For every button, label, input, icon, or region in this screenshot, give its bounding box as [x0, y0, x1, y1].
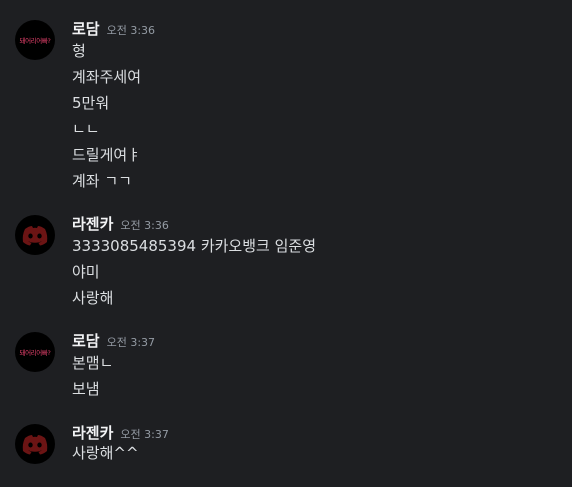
- timestamp: 오전 3:37: [106, 336, 156, 349]
- message-text: 사랑해^^: [72, 444, 139, 462]
- message-header: 로담 오전 3:36: [72, 18, 155, 40]
- avatar[interactable]: 돼어리어빠?: [15, 20, 55, 60]
- message-text: 야미: [72, 263, 100, 281]
- message-text: ㄴㄴ: [72, 120, 100, 138]
- message-text: 5만워: [72, 94, 110, 112]
- message-text: 계좌 ㄱㄱ: [72, 172, 132, 190]
- message-text: 계좌주세여: [72, 68, 142, 86]
- message-header: 라젠카 오전 3:37: [72, 422, 169, 444]
- timestamp: 오전 3:37: [120, 428, 169, 441]
- discord-logo-icon: [22, 435, 48, 455]
- message-text: 드릴게여ㅑ: [72, 146, 142, 164]
- message-header: 라젠카 오전 3:36: [72, 213, 169, 235]
- message-text: 3333085485394 카카오뱅크 임준영: [72, 237, 317, 255]
- username[interactable]: 라젠카: [72, 422, 113, 443]
- message-text: 보냄: [72, 380, 100, 398]
- timestamp: 오전 3:36: [120, 219, 169, 232]
- avatar-logo-text: 돼어리어빠?: [19, 37, 51, 45]
- avatar[interactable]: [15, 215, 55, 255]
- message-text: 형: [72, 42, 86, 60]
- avatar[interactable]: 돼어리어빠?: [15, 332, 55, 372]
- chat-log: 돼어리어빠? 로담 오전 3:36 형 계좌주세여 5만워 ㄴㄴ 드릴게여ㅑ 계…: [0, 0, 572, 487]
- username[interactable]: 라젠카: [72, 213, 113, 234]
- avatar[interactable]: [15, 424, 55, 464]
- message-text: 사랑해: [72, 289, 114, 307]
- username[interactable]: 로담: [72, 330, 100, 351]
- avatar-logo-text: 돼어리어빠?: [19, 349, 51, 357]
- discord-logo-icon: [22, 226, 48, 246]
- timestamp: 오전 3:36: [106, 24, 156, 37]
- username[interactable]: 로담: [72, 18, 100, 39]
- message-text: 본맴ㄴ: [72, 354, 114, 372]
- message-header: 로담 오전 3:37: [72, 330, 155, 352]
